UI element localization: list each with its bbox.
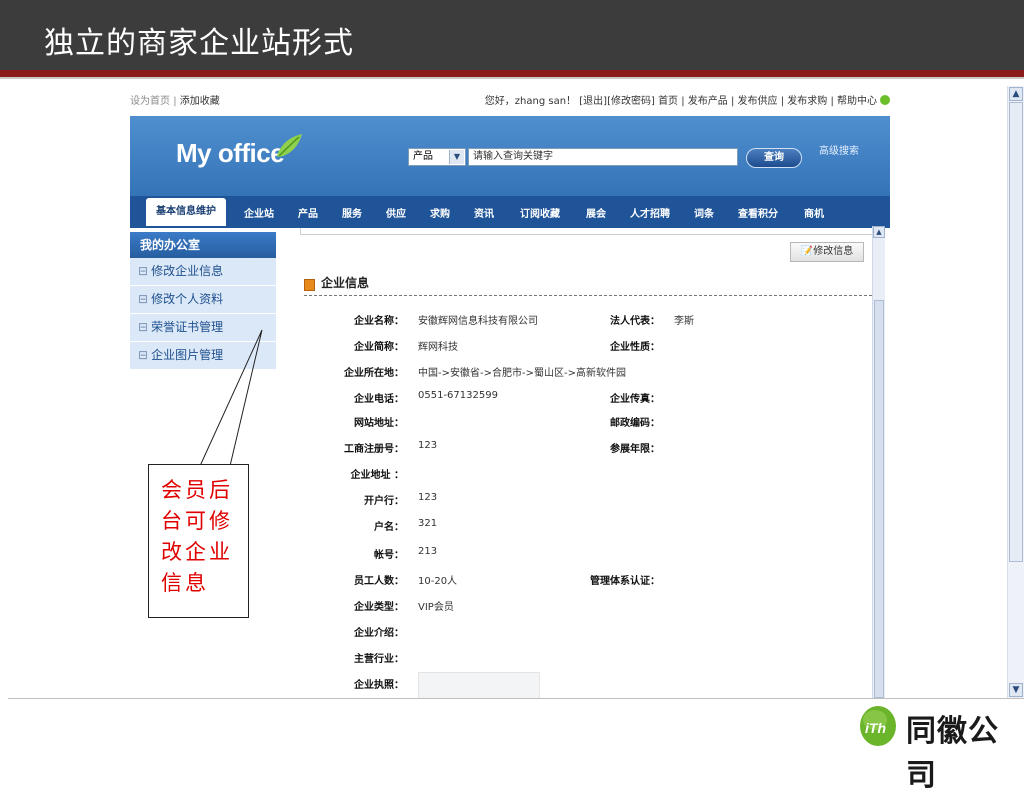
- company-name: 同徽公司: [906, 714, 999, 793]
- company-logo-text: iTh: [865, 720, 886, 736]
- callout-box: 会员后台可修改企业信息: [148, 464, 249, 618]
- callout-pointer: [199, 329, 263, 467]
- company-logo-icon: iTh: [860, 706, 896, 746]
- callout-text: 会员后台可修改企业信息: [161, 478, 233, 595]
